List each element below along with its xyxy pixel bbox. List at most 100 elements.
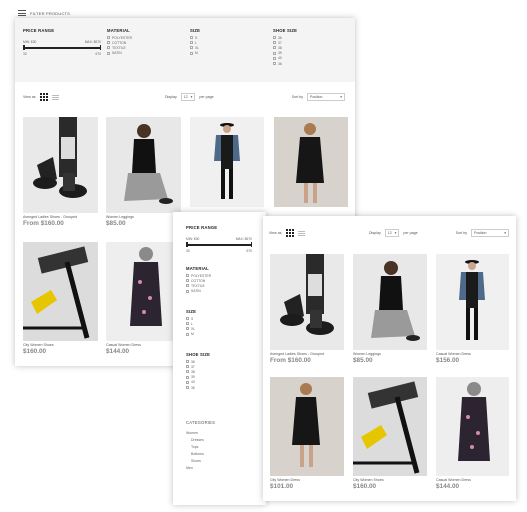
product-image[interactable] bbox=[23, 117, 98, 213]
product-card[interactable]: Casual Women Dress $144.00 bbox=[436, 377, 509, 490]
product-card[interactable]: Women Leggings $85.00 bbox=[353, 254, 427, 364]
product-image[interactable] bbox=[270, 377, 344, 476]
product-name[interactable]: City Women Dress bbox=[270, 478, 344, 482]
checkbox[interactable] bbox=[186, 380, 189, 384]
filter-option[interactable]: M bbox=[190, 51, 200, 56]
checkbox[interactable] bbox=[107, 36, 110, 40]
sort-select[interactable]: Position ▾ bbox=[307, 93, 345, 101]
toolbar: View as Display 12 ▾ per page Sort by Pos… bbox=[269, 229, 509, 237]
category-item[interactable]: Women bbox=[186, 429, 215, 436]
sort-by-label: Sort by bbox=[455, 231, 467, 235]
sort-select[interactable]: Position ▾ bbox=[471, 229, 509, 237]
product-card[interactable]: City Women Dress $101.00 bbox=[270, 377, 344, 490]
checkbox[interactable] bbox=[190, 41, 193, 45]
checkbox[interactable] bbox=[190, 46, 193, 50]
price-slider[interactable] bbox=[23, 45, 101, 50]
checkbox[interactable] bbox=[186, 370, 189, 374]
product-card[interactable] bbox=[274, 117, 348, 207]
product-image[interactable] bbox=[270, 254, 344, 350]
sidebar-material-filter: MATERIAL POLYESTER COTTON TEXTILE SATIN bbox=[186, 266, 211, 294]
checkbox[interactable] bbox=[190, 36, 193, 40]
grid-view-icon[interactable] bbox=[285, 229, 294, 237]
product-name[interactable]: Avenged Ladies Shoes - Grouped bbox=[23, 215, 98, 219]
checkbox[interactable] bbox=[186, 332, 189, 336]
checkbox[interactable] bbox=[186, 274, 189, 278]
grid-view-icon[interactable] bbox=[39, 93, 48, 101]
filter-option[interactable]: M bbox=[186, 332, 196, 337]
price-slider[interactable] bbox=[186, 242, 252, 247]
product-photo bbox=[458, 382, 490, 461]
checkbox[interactable] bbox=[273, 36, 276, 40]
product-card[interactable]: Women Leggings $85.00 bbox=[106, 117, 181, 227]
product-card[interactable] bbox=[190, 117, 264, 207]
product-image[interactable] bbox=[190, 117, 264, 207]
filter-option[interactable]: SATIN bbox=[186, 289, 211, 294]
product-photo bbox=[459, 260, 485, 340]
checkbox[interactable] bbox=[107, 41, 110, 45]
product-image[interactable] bbox=[353, 377, 427, 476]
checkbox[interactable] bbox=[186, 317, 189, 321]
checkbox[interactable] bbox=[107, 46, 110, 50]
product-name[interactable]: Casual Women Dress bbox=[436, 478, 509, 482]
category-item[interactable]: Bottoms bbox=[186, 450, 215, 457]
price-filter: PRICE RANGE MIN: $30 MAX: $670 30 670 bbox=[23, 28, 101, 56]
product-image[interactable] bbox=[274, 117, 348, 207]
checkbox[interactable] bbox=[186, 289, 189, 293]
checkbox[interactable] bbox=[107, 51, 110, 55]
product-card[interactable]: City Women Shoes $160.00 bbox=[23, 242, 98, 355]
product-name[interactable]: Women Leggings bbox=[353, 352, 427, 356]
filter-option[interactable]: 36 bbox=[186, 385, 210, 390]
checkbox[interactable] bbox=[186, 375, 189, 379]
product-name[interactable]: Casual Women Dress bbox=[106, 343, 181, 347]
checkbox[interactable] bbox=[273, 56, 276, 60]
checkbox[interactable] bbox=[273, 51, 276, 55]
product-card[interactable]: Avenged Ladies Shoes - Grouped From $160… bbox=[270, 254, 344, 364]
slider-handle-max[interactable] bbox=[99, 45, 101, 50]
checkbox[interactable] bbox=[186, 386, 189, 390]
product-image[interactable] bbox=[23, 242, 98, 341]
product-name[interactable]: Avenged Ladies Shoes - Grouped bbox=[270, 352, 344, 356]
slider-handle-min[interactable] bbox=[186, 242, 188, 247]
product-card[interactable]: Casual Women Dress $156.00 bbox=[436, 254, 509, 364]
list-view-icon[interactable] bbox=[51, 94, 59, 100]
display-select[interactable]: 12 ▾ bbox=[180, 93, 196, 101]
checkbox[interactable] bbox=[186, 360, 189, 364]
category-item[interactable]: Shoes bbox=[186, 457, 215, 464]
product-image[interactable] bbox=[106, 242, 181, 341]
checkbox[interactable] bbox=[186, 284, 189, 288]
shoe-size-filter: SHOE SIZE 36 37 38 39 40 36 bbox=[273, 28, 297, 66]
price-title: PRICE RANGE bbox=[23, 28, 55, 33]
sort-by-label: Sort by bbox=[291, 95, 303, 99]
product-card[interactable]: City Women Shoes $160.00 bbox=[353, 377, 427, 490]
checkbox[interactable] bbox=[190, 51, 193, 55]
product-name[interactable]: Women Leggings bbox=[106, 215, 181, 219]
checkbox[interactable] bbox=[273, 46, 276, 50]
product-name[interactable]: Casual Women Dress bbox=[436, 352, 509, 356]
checkbox[interactable] bbox=[273, 41, 276, 45]
list-view-icon[interactable] bbox=[297, 230, 305, 236]
product-name[interactable]: City Women Shoes bbox=[353, 478, 427, 482]
product-image[interactable] bbox=[436, 377, 509, 476]
product-name[interactable]: City Women Shoes bbox=[23, 343, 98, 347]
size-title: SIZE bbox=[186, 309, 197, 314]
product-image[interactable] bbox=[436, 254, 509, 350]
display-select[interactable]: 12 ▾ bbox=[384, 229, 400, 237]
slider-handle-min[interactable] bbox=[23, 45, 25, 50]
filter-option[interactable]: SATIN bbox=[107, 51, 132, 56]
category-item[interactable]: Tops bbox=[186, 443, 215, 450]
checkbox[interactable] bbox=[186, 365, 189, 369]
checkbox[interactable] bbox=[186, 279, 189, 283]
category-item[interactable]: Dresses bbox=[186, 436, 215, 443]
checkbox[interactable] bbox=[186, 327, 189, 331]
product-image[interactable] bbox=[353, 254, 427, 350]
checkbox[interactable] bbox=[186, 322, 189, 326]
slider-handle-max[interactable] bbox=[250, 242, 252, 247]
checkbox[interactable] bbox=[273, 62, 276, 66]
category-item[interactable]: Men bbox=[186, 464, 215, 471]
product-price: From $160.00 bbox=[23, 220, 64, 227]
product-card[interactable]: Casual Women Dress $144.00 bbox=[106, 242, 181, 355]
product-card[interactable]: Avenged Ladies Shoes - Grouped From $160… bbox=[23, 117, 98, 227]
filter-option[interactable]: 36 bbox=[273, 61, 297, 66]
menu-icon[interactable] bbox=[18, 10, 26, 16]
product-image[interactable] bbox=[106, 117, 181, 213]
